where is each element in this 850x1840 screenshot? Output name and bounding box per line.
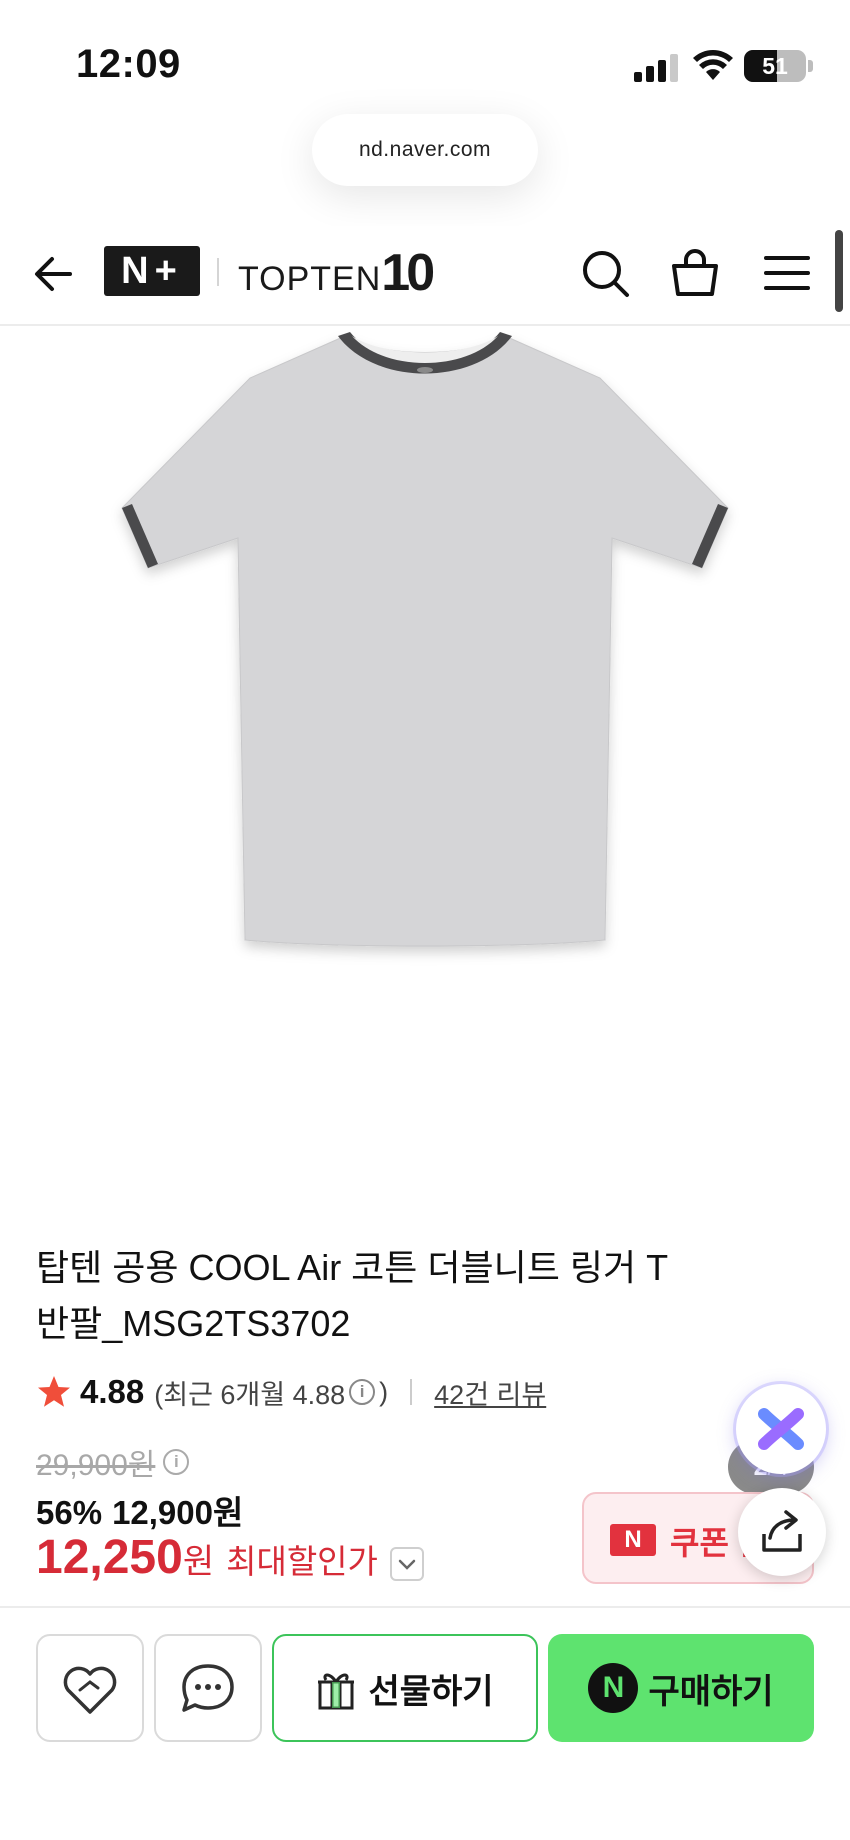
product-photo-tshirt	[121, 332, 729, 947]
gift-label: 선물하기	[368, 1672, 494, 1711]
bottom-action-bar: 선물하기 N 구매하기	[0, 1606, 850, 1840]
share-button[interactable]	[738, 1488, 826, 1576]
rating-score: 4.88	[80, 1373, 145, 1410]
product-title: 탑텐 공용 COOL Air 코튼 더블니트 링거 T 반팔_MSG2TS370…	[36, 1247, 668, 1344]
recent-rating-text: (최근 6개월 4.88	[154, 1379, 346, 1410]
brand-logo[interactable]: TOPTEN10	[238, 244, 435, 302]
status-time: 12:09	[76, 42, 181, 86]
share-icon	[762, 1510, 802, 1552]
logo-divider	[217, 258, 219, 286]
store-header: N+ TOPTEN10	[0, 226, 850, 326]
naver-plus-logo[interactable]: N+	[104, 246, 200, 296]
discount-price: 12,900원	[112, 1494, 244, 1531]
discount-percent: 56%	[36, 1494, 103, 1531]
scrollbar[interactable]	[835, 230, 843, 312]
product-image-carousel[interactable]: 2/4	[0, 328, 850, 1494]
recent-rating-close: )	[379, 1376, 389, 1407]
chevron-down-icon[interactable]	[389, 1547, 424, 1581]
discount-row: 56% 12,900원	[36, 1486, 243, 1534]
cellular-signal-icon	[634, 52, 678, 82]
original-price: 29,900원	[36, 1449, 156, 1482]
final-price-unit: 원	[182, 1543, 215, 1581]
battery-level: 51	[762, 53, 788, 79]
naver-pay-icon: N	[588, 1663, 639, 1713]
rating-row: 4.88 (최근 6개월 4.88 i ) 42건 리뷰	[36, 1368, 656, 1416]
ai-assistant-icon	[758, 1408, 804, 1450]
gift-button[interactable]: 선물하기	[272, 1634, 538, 1742]
status-bar: 12:09 51	[0, 0, 850, 110]
gift-box-icon	[318, 1673, 355, 1710]
brand-logo-number: 10	[381, 244, 435, 302]
wifi-icon	[693, 50, 733, 80]
coupon-naver-icon: N	[610, 1524, 656, 1556]
max-discount-label: 최대할인가	[226, 1543, 378, 1580]
search-icon[interactable]	[578, 246, 632, 300]
buy-label: 구매하기	[648, 1672, 774, 1711]
ai-assistant-button[interactable]	[736, 1384, 826, 1474]
original-price-row: 29,900원 i	[36, 1440, 193, 1484]
wishlist-button[interactable]	[36, 1634, 144, 1742]
shopping-bag-icon[interactable]	[668, 246, 722, 300]
star-icon	[38, 1376, 70, 1407]
max-discount-row[interactable]: 12,250 원 최대할인가	[36, 1530, 424, 1585]
brand-logo-text: TOPTEN	[238, 260, 382, 298]
hamburger-menu-icon[interactable]	[760, 246, 814, 300]
info-icon[interactable]: i	[349, 1379, 376, 1405]
chat-bubble-icon	[182, 1664, 234, 1712]
chat-button[interactable]	[154, 1634, 262, 1742]
buy-button[interactable]: N 구매하기	[548, 1634, 814, 1742]
url-bar[interactable]: nd.naver.com	[312, 114, 538, 186]
recent-rating: (최근 6개월 4.88 i )	[154, 1373, 388, 1412]
arrow-left-icon[interactable]	[30, 250, 78, 298]
rating-divider	[410, 1379, 413, 1405]
review-count-link[interactable]: 42건 리뷰	[434, 1373, 546, 1412]
final-price: 12,250	[36, 1531, 183, 1584]
heart-icon	[63, 1666, 117, 1714]
battery-icon: 51	[744, 50, 806, 82]
price-info-icon[interactable]: i	[163, 1449, 190, 1475]
